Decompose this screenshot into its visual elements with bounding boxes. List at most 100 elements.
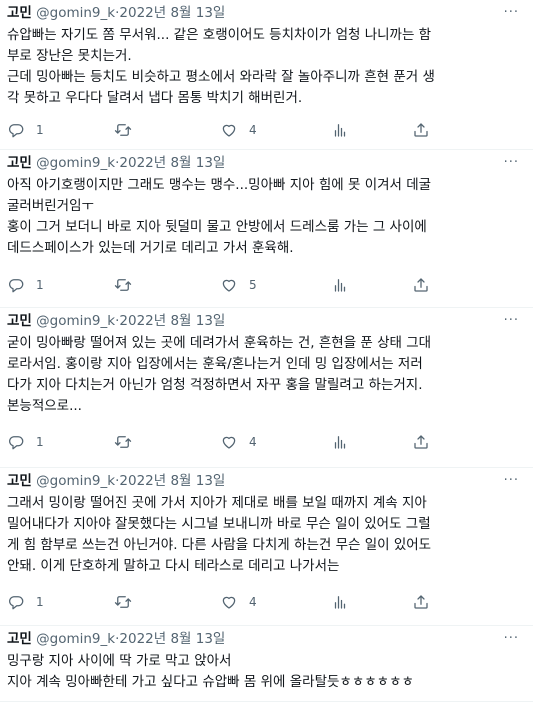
reply-count: 1 xyxy=(36,435,44,449)
like-icon xyxy=(220,276,238,294)
author-name[interactable]: 고민 xyxy=(7,155,32,171)
tweet-date[interactable]: 2022년 8월 13일 xyxy=(119,5,225,21)
share-button[interactable] xyxy=(412,119,430,141)
views-button[interactable] xyxy=(331,591,349,613)
tweet-text: 아직 아기호랭이지만 그래도 맹수는 맹수...밍아빠 지아 힘에 못 이겨서 … xyxy=(7,175,527,259)
reply-icon xyxy=(7,276,25,294)
more-icon[interactable]: ··· xyxy=(504,5,519,20)
tweet-text-line: 아직 아기호랭이지만 그래도 맹수는 맹수...밍아빠 지아 힘에 못 이겨서 … xyxy=(7,177,432,193)
views-button[interactable] xyxy=(331,119,349,141)
tweet-text-line: 다가 지아 다치는거 아닌가 엄청 걱정하면서 자꾸 홍을 말릴려고 하는거지. xyxy=(7,377,423,393)
tweet[interactable]: 고민 @gomin9_k·2022년 8월 13일 ··· 슈압빠는 자기도 쫌 무… xyxy=(0,0,533,150)
views-icon xyxy=(331,433,349,451)
tweet-text: 그래서 밍이랑 떨어진 곳에 가서 지아가 제대로 배를 보일 때까지 계속 지… xyxy=(7,493,527,577)
share-icon xyxy=(412,593,430,611)
reply-button[interactable]: 1 xyxy=(7,431,44,453)
more-icon[interactable]: ··· xyxy=(504,313,519,328)
retweet-button[interactable] xyxy=(114,591,143,613)
tweet-text-line: 굳이 밍아빠랑 떨어져 있는 곳에 데려가서 훈육하는 건, 흔현을 푼 상태 … xyxy=(7,335,432,351)
author-handle[interactable]: @gomin9_k xyxy=(36,631,115,647)
tweet-text: 슈압빠는 자기도 쫌 무서워... 같은 호랭이어도 등치차이가 엄청 나니까는… xyxy=(7,25,527,109)
reply-icon xyxy=(7,433,25,451)
like-button[interactable]: 4 xyxy=(220,431,257,453)
like-icon xyxy=(220,121,238,139)
tweet[interactable]: 고민 @gomin9_k·2022년 8월 13일 ··· 그래서 밍이랑 떨어진 … xyxy=(0,468,533,626)
author-handle[interactable]: @gomin9_k xyxy=(36,313,115,329)
tweet-header: 고민 @gomin9_k·2022년 8월 13일 xyxy=(7,312,225,330)
reply-count: 1 xyxy=(36,595,44,609)
tweet-date[interactable]: 2022년 8월 13일 xyxy=(119,473,225,489)
author-name[interactable]: 고민 xyxy=(7,5,32,21)
tweet-actions: 14 xyxy=(0,431,533,453)
tweet[interactable]: 고민 @gomin9_k·2022년 8월 13일 ··· 굳이 밍아빠랑 떨어져 … xyxy=(0,308,533,468)
tweet-text-line: 안돼. 이게 단호하게 말하고 다시 테라스로 데리고 나가서는 xyxy=(7,558,340,574)
tweet-text-line: 슈압빠는 자기도 쫌 무서워... 같은 호랭이어도 등치차이가 엄청 나니까는… xyxy=(7,27,432,43)
more-icon[interactable]: ··· xyxy=(504,473,519,488)
share-icon xyxy=(412,121,430,139)
retweet-button[interactable] xyxy=(114,274,143,296)
tweet[interactable]: 고민 @gomin9_k·2022년 8월 13일 ··· 밍구랑 지아 사이에 딱… xyxy=(0,626,533,702)
tweet-date[interactable]: 2022년 8월 13일 xyxy=(119,631,225,647)
retweet-button[interactable] xyxy=(114,119,143,141)
retweet-icon xyxy=(114,121,132,139)
tweet-text-line: 근데 밍아빠는 등치도 비슷하고 평소에서 와라락 잘 놀아주니까 흔현 푼거 … xyxy=(7,69,435,85)
tweet-text-line: 데드스페이스가 있는데 거기로 데리고 가서 훈육해. xyxy=(7,240,294,256)
tweet-actions: 14 xyxy=(0,591,533,613)
reply-button[interactable]: 1 xyxy=(7,119,44,141)
tweet-text: 굳이 밍아빠랑 떨어져 있는 곳에 데려가서 훈육하는 건, 흔현을 푼 상태 … xyxy=(7,333,527,417)
share-icon xyxy=(412,276,430,294)
like-button[interactable]: 5 xyxy=(220,274,257,296)
like-count: 5 xyxy=(249,278,257,292)
author-handle[interactable]: @gomin9_k xyxy=(36,5,115,21)
like-button[interactable]: 4 xyxy=(220,119,257,141)
like-count: 4 xyxy=(249,435,257,449)
reply-button[interactable]: 1 xyxy=(7,591,44,613)
retweet-icon xyxy=(114,276,132,294)
author-handle[interactable]: @gomin9_k xyxy=(36,473,115,489)
tweet-header: 고민 @gomin9_k·2022년 8월 13일 xyxy=(7,472,225,490)
share-button[interactable] xyxy=(412,591,430,613)
share-button[interactable] xyxy=(412,431,430,453)
author-handle[interactable]: @gomin9_k xyxy=(36,155,115,171)
tweet-text-line: 밀어내다가 지아야 잘못했다는 시그널 보내니까 바로 무슨 일이 있어도 그럴 xyxy=(7,516,431,532)
tweet-header: 고민 @gomin9_k·2022년 8월 13일 xyxy=(7,154,225,172)
tweet-actions: 14 xyxy=(0,119,533,141)
tweet-text-line: 부로 장난은 못치는거. xyxy=(7,48,132,64)
more-icon[interactable]: ··· xyxy=(504,631,519,646)
tweet-text-line: 굴러버린거임ㅜ xyxy=(7,198,94,214)
views-icon xyxy=(331,276,349,294)
tweet-text-line: 홍이 그거 보더니 바로 지아 뒷덜미 물고 안방에서 드레스룸 가는 그 사이… xyxy=(7,219,427,235)
tweet-header: 고민 @gomin9_k·2022년 8월 13일 xyxy=(7,4,225,22)
tweet-text-line: 그래서 밍이랑 떨어진 곳에 가서 지아가 제대로 배를 보일 때까지 계속 지… xyxy=(7,495,427,511)
views-button[interactable] xyxy=(331,431,349,453)
more-icon[interactable]: ··· xyxy=(504,155,519,170)
retweet-icon xyxy=(114,433,132,451)
reply-icon xyxy=(7,593,25,611)
retweet-icon xyxy=(114,593,132,611)
author-name[interactable]: 고민 xyxy=(7,313,32,329)
author-name[interactable]: 고민 xyxy=(7,473,32,489)
reply-icon xyxy=(7,121,25,139)
retweet-button[interactable] xyxy=(114,431,143,453)
tweet-text-line: 밍구랑 지아 사이에 딱 가로 막고 앉아서 xyxy=(7,653,232,669)
tweet-actions: 15 xyxy=(0,274,533,296)
reply-button[interactable]: 1 xyxy=(7,274,44,296)
reply-count: 1 xyxy=(36,123,44,137)
author-name[interactable]: 고민 xyxy=(7,631,32,647)
like-icon xyxy=(220,433,238,451)
tweet-date[interactable]: 2022년 8월 13일 xyxy=(119,155,225,171)
share-icon xyxy=(412,433,430,451)
tweet-text-line: 각 못하고 우다다 달려서 냅다 몸통 박치기 해버린거. xyxy=(7,90,303,106)
like-button[interactable]: 4 xyxy=(220,591,257,613)
views-button[interactable] xyxy=(331,274,349,296)
share-button[interactable] xyxy=(412,274,430,296)
like-icon xyxy=(220,593,238,611)
views-icon xyxy=(331,121,349,139)
tweet[interactable]: 고민 @gomin9_k·2022년 8월 13일 ··· 아직 아기호랭이지만 그… xyxy=(0,150,533,308)
tweet-text-line: 본능적으로... xyxy=(7,398,82,414)
tweet-header: 고민 @gomin9_k·2022년 8월 13일 xyxy=(7,630,225,648)
tweet-date[interactable]: 2022년 8월 13일 xyxy=(119,313,225,329)
tweet-text: 밍구랑 지아 사이에 딱 가로 막고 앉아서지아 계속 밍아빠한테 가고 싶다고… xyxy=(7,651,527,693)
like-count: 4 xyxy=(249,123,257,137)
tweet-text-line: 지아 계속 밍아빠한테 가고 싶다고 슈압빠 몸 위에 올라탈듯ㅎㅎㅎㅎㅎㅎ xyxy=(7,674,414,690)
